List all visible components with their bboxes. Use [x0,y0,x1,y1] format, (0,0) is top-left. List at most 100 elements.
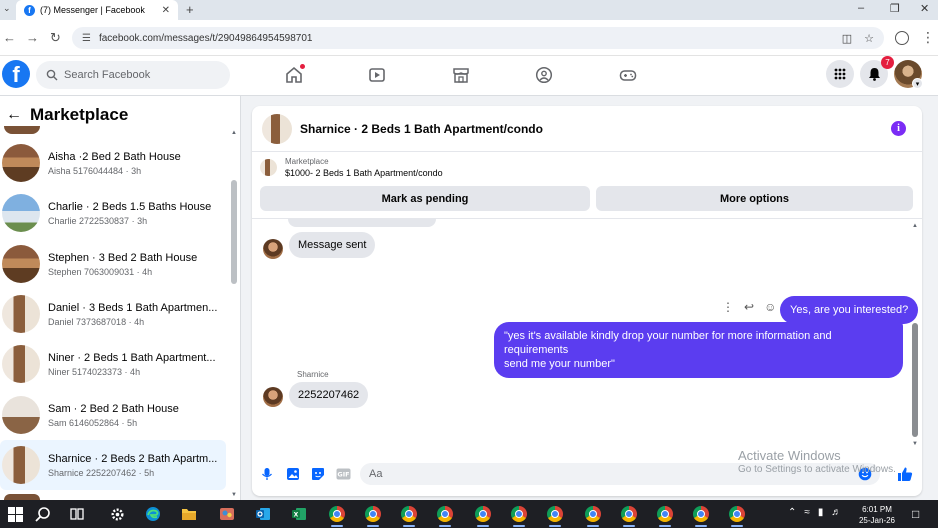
sender-avatar[interactable] [263,239,283,259]
new-tab-icon[interactable]: + [186,2,194,17]
listing-title: $1000- 2 Beds 1 Bath Apartment/condo [285,168,443,178]
wifi-icon[interactable]: ≈ [804,507,810,518]
chat-header: Sharnice · 2 Beds 1 Bath Apartment/condo… [252,106,922,152]
sidebar-scroll-down-icon[interactable]: ▼ [231,492,237,498]
microphone-icon[interactable] [259,466,275,482]
reload-icon[interactable]: ↻ [50,30,61,46]
message-input-wrapper[interactable] [360,463,880,485]
chat-title[interactable]: Sharnice · 2 Beds 1 Bath Apartment/condo [300,122,543,136]
chrome-window-icon[interactable] [546,505,564,527]
show-hidden-icons-chevron-up-icon[interactable]: ⌃ [788,507,796,518]
message-list[interactable]: Message sent ⋮ ↩ ☺ Yes, are you interest… [252,218,922,456]
notifications-button[interactable]: 7 [860,56,894,88]
sticker-icon[interactable] [310,466,326,482]
message-line: send me your number" [504,358,615,370]
marketplace-icon[interactable] [451,65,471,85]
conversation-item[interactable]: Charlie · 2 Beds 1.5 Baths House Charlie … [0,188,226,238]
conversation-name: Niner · 2 Beds 1 Bath Apartment... [48,351,216,364]
chrome-window-icon[interactable] [436,505,454,527]
menu-grid-button[interactable] [826,60,854,88]
install-app-icon[interactable]: ◫ [842,32,852,45]
edge-browser-icon[interactable] [144,505,162,523]
video-icon[interactable] [367,65,387,85]
bookmark-star-icon[interactable]: ☆ [864,32,874,45]
restore-icon[interactable]: ❐ [890,2,900,15]
back-icon[interactable]: ← [3,30,16,45]
conversation-item[interactable]: Stephen · 3 Bed 2 Bath House Stephen 7063… [0,239,226,289]
more-actions-icon[interactable]: ⋮ [722,300,734,314]
chrome-window-icon[interactable] [692,505,710,527]
conversation-item-active[interactable]: Sharnice · 2 Beds 2 Bath Apartm... Sharni… [0,440,226,490]
task-view-icon[interactable] [68,505,86,523]
mark-as-pending-button[interactable]: Mark as pending [260,186,590,211]
conversation-item[interactable]: Sam · 2 Bed 2 Bath House Sam 6146052864 ·… [0,390,226,440]
browser-menu-icon[interactable]: ⋮ [921,29,935,46]
sender-avatar[interactable] [263,387,283,407]
chat-scroll-up-icon[interactable]: ▲ [912,223,918,229]
volume-icon[interactable]: ♬ [831,507,841,518]
forward-icon[interactable]: → [26,30,39,45]
outlook-icon[interactable] [254,505,272,523]
tab-close-icon[interactable]: ✕ [162,5,170,16]
account-chevron-down-icon[interactable]: ▾ [912,78,923,89]
excel-icon[interactable]: X [290,505,308,523]
facebook-favicon-icon: f [24,4,35,16]
message-input[interactable] [369,468,839,480]
react-emoji-icon[interactable]: ☺ [764,300,776,314]
conversation-item[interactable]: Aisha ·2 Bed 2 Bath House Aisha 517604448… [0,138,226,188]
minimize-icon[interactable]: – [858,2,864,14]
chrome-window-icon[interactable] [510,505,528,527]
chrome-window-icon[interactable] [328,505,346,527]
action-center-icon[interactable]: □ [912,507,919,521]
chrome-window-icon[interactable] [728,505,746,527]
facebook-logo-icon[interactable]: f [2,60,30,88]
window-close-icon[interactable]: ✕ [920,2,929,15]
file-explorer-icon[interactable] [180,505,198,523]
conversation-name: Sam · 2 Bed 2 Bath House [48,402,179,415]
browser-tab-bar: ⌄ f (7) Messenger | Facebook ✕ + – ❐ ✕ [0,0,938,20]
facebook-search[interactable] [36,61,230,89]
url-text[interactable]: facebook.com/messages/t/2904986495459870… [99,33,313,44]
chrome-window-icon[interactable] [620,505,638,527]
gif-icon[interactable]: GIF [335,466,351,482]
browser-profile-icon[interactable] [895,31,909,45]
back-arrow-icon[interactable]: ← [6,106,22,124]
tab-title: (7) Messenger | Facebook [40,5,145,15]
home-icon[interactable] [284,64,305,85]
chat-scroll-down-icon[interactable]: ▼ [912,441,918,447]
sidebar-scroll-up-icon[interactable]: ▲ [231,130,237,136]
taskbar-search-icon[interactable] [34,505,52,523]
paint-app-icon[interactable] [218,505,236,523]
chrome-window-icon[interactable] [364,505,382,527]
conversation-item[interactable]: Daniel · 3 Beds 1 Bath Apartmen... Daniel… [0,289,226,339]
chrome-window-icon[interactable] [656,505,674,527]
taskbar-clock[interactable]: 6:01 PM 25-Jan-26 [852,504,902,526]
conversation-name: Sharnice · 2 Beds 2 Bath Apartm... [48,452,218,465]
settings-gear-icon[interactable] [108,505,126,523]
reply-icon[interactable]: ↩ [744,300,754,314]
windows-start-icon[interactable] [6,505,24,523]
search-input[interactable] [64,69,214,81]
browser-tab[interactable]: f (7) Messenger | Facebook ✕ [16,0,178,20]
tab-search-icon[interactable]: ⌄ [3,3,11,14]
address-bar[interactable]: ☰ facebook.com/messages/t/29049864954598… [72,27,884,49]
groups-icon[interactable] [534,65,554,85]
more-options-button[interactable]: More options [596,186,913,211]
conversation-item[interactable]: Niner · 2 Beds 1 Bath Apartment... Niner … [0,339,226,389]
chrome-window-icon[interactable] [400,505,418,527]
battery-icon[interactable]: ▮ [818,507,824,518]
chrome-window-icon[interactable] [584,505,602,527]
info-icon[interactable]: i [891,121,906,136]
chat-listing-thumbnail[interactable] [262,113,292,144]
site-info-icon[interactable]: ☰ [82,33,91,44]
emoji-icon[interactable] [858,467,872,484]
marketplace-listing-row[interactable]: Marketplace $1000- 2 Beds 1 Bath Apartme… [260,157,443,178]
photo-icon[interactable] [285,466,301,482]
chat-scrollbar[interactable] [912,323,918,437]
listing-thumbnail [2,144,40,182]
listing-mini-thumbnail [260,159,277,176]
chrome-window-icon[interactable] [474,505,492,527]
gaming-icon[interactable] [618,65,638,85]
thumbs-up-icon[interactable] [897,466,913,482]
sidebar-scrollbar[interactable] [231,180,237,284]
